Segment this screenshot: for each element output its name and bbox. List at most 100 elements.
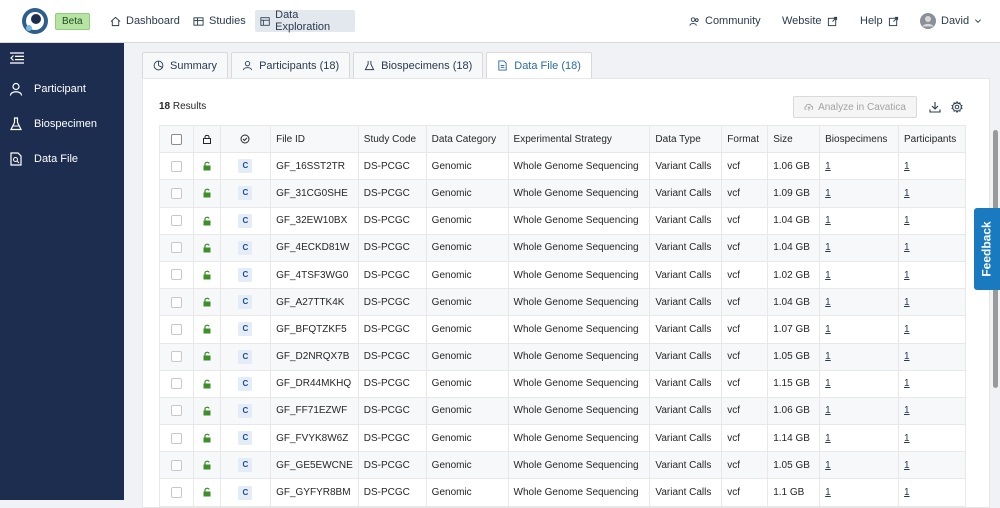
nav-studies[interactable]: Studies <box>188 10 251 32</box>
portal-logo-icon[interactable] <box>20 6 50 36</box>
unlock-icon <box>203 379 211 389</box>
row-checkbox[interactable] <box>170 405 182 417</box>
consent-cell: C <box>219 369 272 398</box>
biospecimens-link[interactable]: 1 <box>825 161 831 172</box>
biospecimens-cell: 1 <box>819 179 899 208</box>
experimental-strategy-cell: Whole Genome Sequencing <box>507 424 651 453</box>
row-checkbox[interactable] <box>170 269 182 281</box>
biospecimens-link[interactable]: 1 <box>825 405 831 416</box>
column-header-size[interactable]: Size <box>767 124 821 154</box>
table-row[interactable]: C GF_16SST2TR DS-PCGC Genomic Whole Genome S… <box>159 152 966 181</box>
participants-link[interactable]: 1 <box>904 433 910 444</box>
user-menu[interactable]: David <box>915 10 987 32</box>
biospecimens-link[interactable]: 1 <box>825 242 831 253</box>
file-id-cell: GF_31CG0SHE <box>270 179 359 208</box>
consent-cell: C <box>219 260 272 290</box>
biospecimens-link[interactable]: 1 <box>825 188 831 199</box>
participants-link[interactable]: 1 <box>904 242 910 253</box>
column-header-biospecimens[interactable]: Biospecimens <box>819 124 899 154</box>
biospecimens-cell: 1 <box>819 369 899 398</box>
column-header-participants[interactable]: Participants <box>898 124 966 154</box>
biospecimens-link[interactable]: 1 <box>825 297 831 308</box>
biospecimens-link[interactable]: 1 <box>825 487 831 498</box>
participants-link[interactable]: 1 <box>904 215 910 226</box>
tab-participants[interactable]: Participants (18) <box>231 52 351 78</box>
table-row[interactable]: C GF_GE5EWCNE DS-PCGC Genomic Whole Genome S… <box>159 451 966 480</box>
nav-community[interactable]: Community <box>684 10 766 32</box>
biospecimens-link[interactable]: 1 <box>825 351 831 362</box>
row-checkbox[interactable] <box>170 215 182 227</box>
sidebar-item-biospecimen[interactable]: Biospecimen <box>0 111 124 137</box>
row-checkbox[interactable] <box>170 323 182 335</box>
nav-data-exploration[interactable]: Data Exploration <box>255 9 355 33</box>
participants-link[interactable]: 1 <box>904 351 910 362</box>
data-category-cell: Genomic <box>425 424 509 453</box>
participants-link[interactable]: 1 <box>904 487 910 498</box>
participants-link[interactable]: 1 <box>904 460 910 471</box>
row-checkbox[interactable] <box>170 486 182 498</box>
collapse-menu-icon[interactable] <box>10 52 24 64</box>
participants-link[interactable]: 1 <box>904 161 910 172</box>
table-row[interactable]: C GF_BFQTZKF5 DS-PCGC Genomic Whole Genome S… <box>159 315 966 344</box>
settings-gear-icon[interactable] <box>951 101 963 113</box>
biospecimens-link[interactable]: 1 <box>825 324 831 335</box>
consent-column-header[interactable] <box>219 124 272 154</box>
participants-link[interactable]: 1 <box>904 324 910 335</box>
row-checkbox[interactable] <box>170 378 182 390</box>
file-id-cell: GF_16SST2TR <box>270 152 359 181</box>
row-select-cell <box>159 152 194 181</box>
row-checkbox[interactable] <box>170 459 182 471</box>
biospecimens-link[interactable]: 1 <box>825 215 831 226</box>
row-checkbox[interactable] <box>170 351 182 363</box>
participants-link[interactable]: 1 <box>904 297 910 308</box>
participants-link[interactable]: 1 <box>904 378 910 389</box>
file-id-cell: GF_32EW10BX <box>270 206 359 235</box>
biospecimens-link[interactable]: 1 <box>825 378 831 389</box>
column-header-experimental-strategy[interactable]: Experimental Strategy <box>507 124 651 154</box>
table-row[interactable]: C GF_GYFYR8BM DS-PCGC Genomic Whole Genome S… <box>159 478 966 507</box>
nav-website[interactable]: Website <box>777 10 843 32</box>
tab-biospecimens[interactable]: Biospecimens (18) <box>353 52 484 78</box>
tab-data-file[interactable]: Data File (18) <box>486 52 592 78</box>
biospecimens-link[interactable]: 1 <box>825 270 831 281</box>
table-row[interactable]: C GF_D2NRQX7B DS-PCGC Genomic Whole Genome S… <box>159 342 966 371</box>
download-icon[interactable] <box>929 101 941 113</box>
column-header-data-type[interactable]: Data Type <box>649 124 723 154</box>
table-row[interactable]: C GF_DR44MKHQ DS-PCGC Genomic Whole Genome S… <box>159 369 966 398</box>
row-checkbox[interactable] <box>170 187 182 199</box>
column-header-study-code[interactable]: Study Code <box>357 124 427 154</box>
row-checkbox[interactable] <box>170 160 182 172</box>
tab-summary[interactable]: Summary <box>142 52 229 78</box>
format-cell: vcf <box>721 451 769 480</box>
biospecimens-link[interactable]: 1 <box>825 433 831 444</box>
table-row[interactable]: C GF_FF71EZWF DS-PCGC Genomic Whole Genome S… <box>159 396 966 426</box>
lock-column-header[interactable] <box>192 124 221 154</box>
column-header-file-id[interactable]: File ID <box>270 124 359 154</box>
row-checkbox[interactable] <box>170 432 182 444</box>
table-row[interactable]: C GF_4TSF3WG0 DS-PCGC Genomic Whole Genome S… <box>159 260 966 290</box>
nav-community-label: Community <box>705 15 761 27</box>
biospecimens-link[interactable]: 1 <box>825 460 831 471</box>
column-header-format[interactable]: Format <box>721 124 769 154</box>
table-row[interactable]: C GF_4ECKD81W DS-PCGC Genomic Whole Genome S… <box>159 233 966 262</box>
participants-link[interactable]: 1 <box>904 188 910 199</box>
row-checkbox[interactable] <box>170 296 182 308</box>
participants-link[interactable]: 1 <box>904 270 910 281</box>
table-row[interactable]: C GF_31CG0SHE DS-PCGC Genomic Whole Genome S… <box>159 179 966 208</box>
column-header-data-category[interactable]: Data Category <box>425 124 509 154</box>
nav-help[interactable]: Help <box>855 10 904 32</box>
table-row[interactable]: C GF_FVYK8W6Z DS-PCGC Genomic Whole Genome S… <box>159 424 966 453</box>
nav-dashboard[interactable]: Dashboard <box>105 10 185 32</box>
row-checkbox[interactable] <box>170 242 182 254</box>
data-type-cell: Variant Calls <box>649 369 723 398</box>
sidebar-item-data-file[interactable]: Data File <box>0 146 124 172</box>
sidebar-item-participant[interactable]: Participant <box>0 76 124 102</box>
table-row[interactable]: C GF_A27TTK4K DS-PCGC Genomic Whole Genome S… <box>159 288 966 317</box>
select-all-checkbox[interactable] <box>170 133 182 145</box>
feedback-button[interactable]: Feedback <box>974 208 1000 290</box>
analyze-cavatica-button[interactable]: Analyze in Cavatica <box>793 96 917 118</box>
file-id-cell: GF_DR44MKHQ <box>270 369 359 398</box>
unlock-icon <box>203 189 211 198</box>
participants-link[interactable]: 1 <box>904 405 910 416</box>
table-row[interactable]: C GF_32EW10BX DS-PCGC Genomic Whole Genome S… <box>159 206 966 235</box>
